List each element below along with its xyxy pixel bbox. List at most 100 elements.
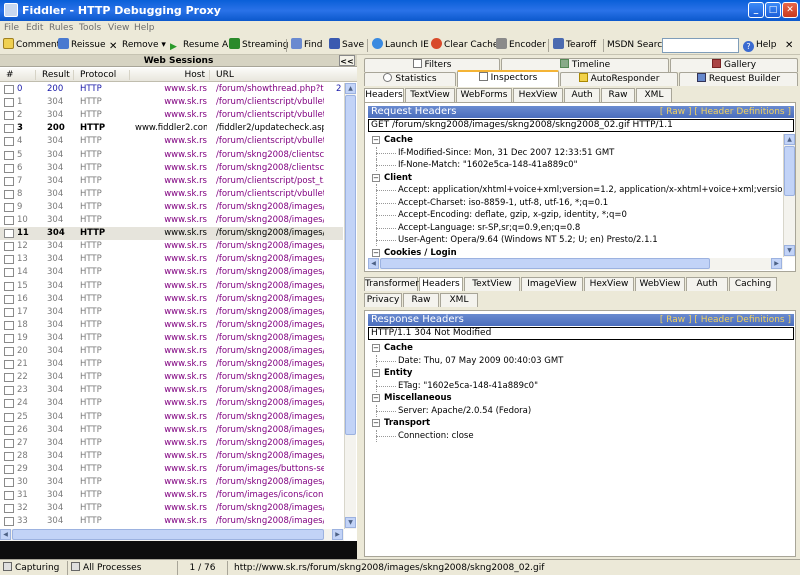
collapse-toggle-icon[interactable]: − bbox=[372, 419, 380, 427]
minimize-button[interactable]: _ bbox=[748, 2, 764, 18]
table-row[interactable]: 8 304 HTTP www.sk.rs/forum/clientscript/vbu… bbox=[0, 188, 343, 201]
col-number[interactable]: # bbox=[6, 70, 36, 80]
request-scroll-thumb[interactable] bbox=[784, 146, 795, 196]
response-header-links[interactable]: [ Raw ] [ Header Definitions ] bbox=[660, 314, 791, 326]
menu-help[interactable]: Help bbox=[134, 23, 155, 33]
resp-tab-transformer[interactable]: Transformer bbox=[364, 277, 419, 291]
req-tab-textview[interactable]: TextView bbox=[405, 88, 455, 102]
table-row[interactable]: 7 304 HTTP www.sk.rs/forum/clientscript/pos… bbox=[0, 175, 343, 188]
table-row[interactable]: 24 304 HTTP www.sk.rs/forum/skng2008/images… bbox=[0, 397, 343, 410]
header-entry[interactable]: Accept-Charset: iso-8859-1, utf-8, utf-1… bbox=[368, 196, 783, 209]
table-row[interactable]: 10 304 HTTP www.sk.rs/forum/skng2008/images… bbox=[0, 214, 343, 227]
header-entry[interactable]: Date: Thu, 07 May 2009 00:40:03 GMT bbox=[368, 354, 783, 367]
header-entry[interactable]: Accept-Encoding: deflate, gzip, x-gzip, … bbox=[368, 209, 783, 221]
table-row[interactable]: 0 200 HTTP www.sk.rs/forum/showthread.php?t… bbox=[0, 83, 343, 96]
process-filter[interactable]: All Processes bbox=[68, 561, 178, 575]
tab-request-builder[interactable]: Request Builder bbox=[679, 72, 798, 86]
scroll-up-arrow-icon[interactable]: ▲ bbox=[345, 83, 356, 94]
header-group[interactable]: − Transport bbox=[368, 417, 783, 429]
header-entry[interactable]: Accept-Language: sr-SP,sr;q=0.9,en;q=0.8 bbox=[368, 221, 783, 234]
scroll-left-arrow-icon[interactable]: ◀ bbox=[0, 529, 11, 540]
scroll-up-arrow-icon[interactable]: ▲ bbox=[784, 134, 795, 145]
table-row[interactable]: 23 304 HTTP www.sk.rs/forum/skng2008/images… bbox=[0, 384, 343, 397]
collapse-toggle-icon[interactable]: − bbox=[372, 369, 380, 377]
scroll-right-arrow-icon[interactable]: ▶ bbox=[771, 258, 782, 269]
collapse-toggle-icon[interactable]: − bbox=[372, 394, 380, 402]
col-protocol[interactable]: Protocol bbox=[80, 70, 130, 80]
resp-tab-webview[interactable]: WebView bbox=[635, 277, 685, 291]
col-result[interactable]: Result bbox=[42, 70, 74, 80]
table-row[interactable]: 2 304 HTTP www.sk.rs/forum/clientscript/vbu… bbox=[0, 109, 343, 122]
save-button[interactable]: Save bbox=[329, 38, 364, 53]
table-row[interactable]: 27 304 HTTP www.sk.rs/forum/skng2008/images… bbox=[0, 437, 343, 450]
encoder-button[interactable]: Encoder bbox=[496, 38, 546, 53]
menu-rules[interactable]: Rules bbox=[49, 23, 73, 33]
close-button[interactable]: ✕ bbox=[782, 2, 798, 18]
collapse-toggle-icon[interactable]: − bbox=[372, 248, 380, 257]
table-row[interactable]: 14 304 HTTP www.sk.rs/forum/skng2008/images… bbox=[0, 266, 343, 279]
table-row[interactable]: 13 304 HTTP www.sk.rs/forum/skng2008/images… bbox=[0, 253, 343, 266]
resp-tab-headers[interactable]: Headers bbox=[419, 277, 463, 291]
collapse-toggle-icon[interactable]: − bbox=[372, 136, 380, 144]
sessions-vscrollbar[interactable]: ▲ ▼ bbox=[344, 83, 356, 529]
table-row[interactable]: 19 304 HTTP www.sk.rs/forum/skng2008/images… bbox=[0, 332, 343, 345]
header-entry[interactable]: Server: Apache/2.0.54 (Fedora) bbox=[368, 404, 783, 417]
table-row[interactable]: 4 304 HTTP www.sk.rs/forum/clientscript/vbu… bbox=[0, 135, 343, 148]
quickexec-box[interactable] bbox=[0, 541, 357, 559]
header-entry[interactable]: If-Modified-Since: Mon, 31 Dec 2007 12:3… bbox=[368, 146, 783, 159]
table-row[interactable]: 1 304 HTTP www.sk.rs/forum/clientscript/vbu… bbox=[0, 96, 343, 109]
resp-tab-hexview[interactable]: HexView bbox=[584, 277, 634, 291]
table-row[interactable]: 5 304 HTTP www.sk.rs/forum/skng2008/clients… bbox=[0, 149, 343, 162]
table-row[interactable]: 16 304 HTTP www.sk.rs/forum/skng2008/images… bbox=[0, 293, 343, 306]
close-pane-icon[interactable]: ✕ bbox=[785, 38, 793, 53]
req-tab-webforms[interactable]: WebForms bbox=[456, 88, 512, 102]
table-row[interactable]: 31 304 HTTP www.sk.rs/forum/images/icons/ic… bbox=[0, 489, 343, 502]
resp-tab-xml[interactable]: XML bbox=[440, 293, 478, 307]
collapse-toggle-icon[interactable]: − bbox=[372, 344, 380, 352]
request-hscroll-thumb[interactable] bbox=[380, 258, 710, 269]
resume-all-button[interactable]: ▶ Resume All bbox=[170, 38, 233, 53]
table-row[interactable]: 3 200 HTTP www.fiddler2.com/fiddler2/update… bbox=[0, 122, 343, 135]
header-entry[interactable]: Connection: close bbox=[368, 429, 783, 442]
header-group[interactable]: − Cache bbox=[368, 134, 783, 146]
menu-file[interactable]: File bbox=[4, 23, 19, 33]
response-status-line[interactable]: HTTP/1.1 304 Not Modified bbox=[368, 327, 794, 340]
req-tab-hexview[interactable]: HexView bbox=[513, 88, 563, 102]
table-row[interactable]: 29 304 HTTP www.sk.rs/forum/images/buttons-… bbox=[0, 463, 343, 476]
maximize-button[interactable]: □ bbox=[765, 2, 781, 18]
resp-tab-auth[interactable]: Auth bbox=[686, 277, 728, 291]
menu-view[interactable]: View bbox=[108, 23, 129, 33]
tearoff-button[interactable]: Tearoff bbox=[553, 38, 596, 53]
header-group[interactable]: − Miscellaneous bbox=[368, 392, 783, 404]
header-entry[interactable]: If-None-Match: "1602e5ca-148-41a889c0" bbox=[368, 159, 783, 171]
resp-tab-textview[interactable]: TextView bbox=[464, 277, 520, 291]
col-host[interactable]: Host bbox=[135, 70, 210, 80]
header-group[interactable]: − Entity bbox=[368, 367, 783, 379]
header-entry[interactable]: User-Agent: Opera/9.64 (Windows NT 5.2; … bbox=[368, 234, 783, 246]
scroll-down-arrow-icon[interactable]: ▼ bbox=[345, 517, 356, 528]
header-entry[interactable]: Accept: application/xhtml+voice+xml;vers… bbox=[368, 184, 783, 196]
table-row[interactable]: 11 304 HTTP www.sk.rs/forum/skng2008/images… bbox=[0, 227, 343, 241]
clear-cache-button[interactable]: Clear Cache bbox=[431, 38, 498, 53]
sessions-hscroll-thumb[interactable] bbox=[12, 529, 324, 540]
remove-button[interactable]: ✕ Remove ▾ bbox=[109, 38, 166, 53]
tab-statistics[interactable]: Statistics bbox=[364, 72, 456, 86]
sessions-scroll-thumb[interactable] bbox=[345, 95, 356, 435]
header-group[interactable]: − Client bbox=[368, 172, 783, 184]
resp-tab-privacy[interactable]: Privacy bbox=[364, 293, 402, 307]
req-tab-raw[interactable]: Raw bbox=[601, 88, 635, 102]
table-row[interactable]: 17 304 HTTP www.sk.rs/forum/skng2008/images… bbox=[0, 306, 343, 319]
table-row[interactable]: 28 304 HTTP www.sk.rs/forum/skng2008/images… bbox=[0, 450, 343, 463]
scroll-down-arrow-icon[interactable]: ▼ bbox=[784, 245, 795, 256]
collapse-toggle-icon[interactable]: − bbox=[372, 173, 380, 182]
sessions-hscrollbar[interactable]: ◀ ▶ bbox=[0, 529, 344, 541]
table-row[interactable]: 22 304 HTTP www.sk.rs/forum/skng2008/images… bbox=[0, 371, 343, 384]
tab-inspectors[interactable]: Inspectors bbox=[457, 70, 559, 87]
help-button[interactable]: ? Help bbox=[743, 38, 777, 53]
table-row[interactable]: 6 304 HTTP www.sk.rs/forum/skng2008/clients… bbox=[0, 162, 343, 175]
request-hscrollbar[interactable]: ◀ ▶ bbox=[368, 258, 783, 270]
request-header-links[interactable]: [ Raw ] [ Header Definitions ] bbox=[660, 106, 791, 118]
streaming-button[interactable]: Streaming bbox=[229, 38, 288, 53]
req-tab-headers[interactable]: Headers bbox=[364, 88, 404, 102]
collapse-button[interactable]: << bbox=[339, 55, 355, 66]
